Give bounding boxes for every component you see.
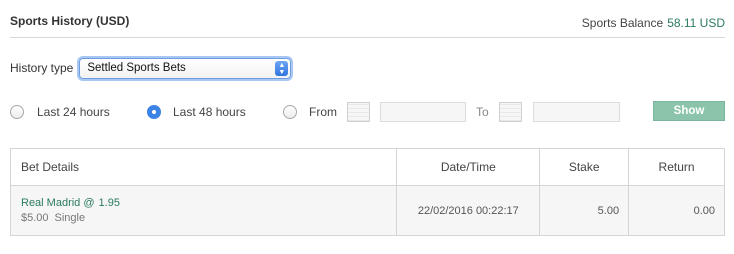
page-title: Sports History (USD) — [10, 14, 130, 28]
sports-balance: Sports Balance 58.11 USD — [582, 16, 725, 30]
radio-last-48-hours-label[interactable]: Last 48 hours — [173, 105, 246, 119]
history-type-value: Settled Sports Bets — [87, 61, 186, 74]
to-date-input[interactable] — [533, 102, 620, 122]
bet-sub-info: $5.00 Single — [21, 212, 396, 224]
date-range-row: Last 24 hours Last 48 hours From To Show — [10, 101, 725, 123]
table-row: Real Madrid @1.95 $5.00 Single 22/02/2016… — [9, 185, 725, 236]
balance-amount: 58.11 USD — [667, 16, 725, 30]
radio-last-24-hours[interactable] — [10, 105, 24, 119]
column-header-bet-details: Bet Details — [9, 148, 398, 186]
bet-odds: 1.95 — [98, 197, 120, 209]
bet-stake-amount: $5.00 — [21, 212, 49, 224]
page-header: Sports History (USD) Sports Balance 58.11… — [10, 0, 725, 38]
history-type-select[interactable]: Settled Sports Bets ▲ ▼ — [79, 57, 292, 79]
radio-last-48-hours[interactable] — [147, 105, 161, 119]
to-calendar-icon[interactable] — [499, 102, 522, 122]
history-type-row: History type Settled Sports Bets ▲ ▼ — [10, 57, 292, 79]
bet-details-cell: Real Madrid @1.95 $5.00 Single — [9, 185, 398, 236]
column-header-return: Return — [628, 148, 725, 186]
to-label: To — [476, 105, 489, 119]
history-type-label: History type — [10, 61, 74, 75]
bet-history-table: Bet Details Date/Time Stake Return Real … — [9, 148, 725, 236]
bet-datetime-cell: 22/02/2016 00:22:17 — [396, 185, 541, 236]
bet-selection: Real Madrid @1.95 — [21, 197, 396, 209]
bet-type: Single — [54, 212, 86, 224]
radio-last-24-hours-label[interactable]: Last 24 hours — [37, 105, 110, 119]
balance-label: Sports Balance — [581, 16, 664, 30]
radio-from[interactable] — [283, 105, 297, 119]
from-calendar-icon[interactable] — [347, 102, 370, 122]
column-header-stake: Stake — [539, 148, 630, 186]
bet-selection-name: Real Madrid @ — [21, 197, 95, 209]
select-arrows-icon: ▲ ▼ — [275, 60, 289, 76]
bet-stake-cell: 5.00 — [539, 185, 630, 236]
column-header-date-time: Date/Time — [396, 148, 541, 186]
from-date-input[interactable] — [380, 102, 466, 122]
bet-return-cell: 0.00 — [628, 185, 725, 236]
radio-from-label[interactable]: From — [309, 105, 337, 119]
show-button[interactable]: Show — [653, 101, 725, 121]
table-header-row: Bet Details Date/Time Stake Return — [9, 148, 725, 186]
